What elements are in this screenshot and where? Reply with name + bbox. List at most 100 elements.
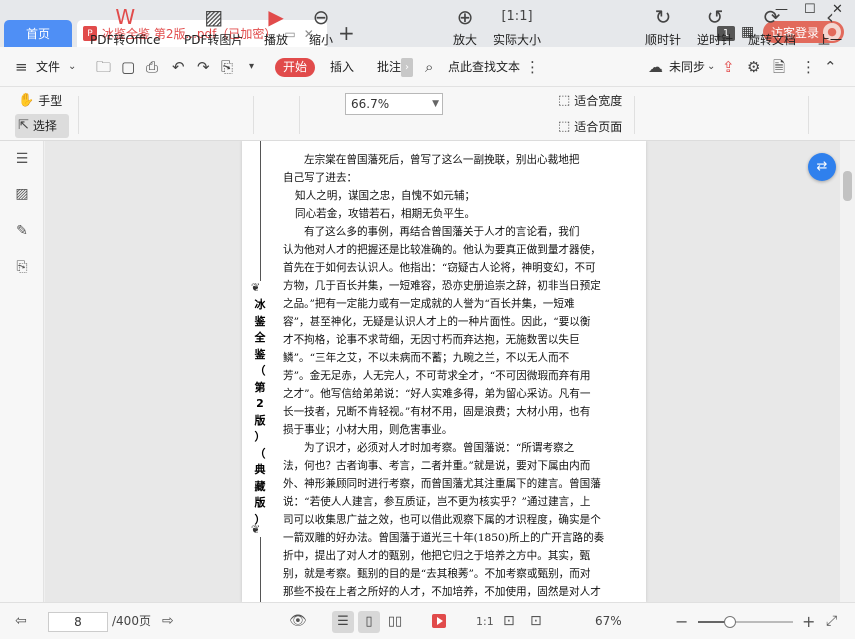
zoom-out-label: 缩小 xyxy=(309,33,334,47)
two-page-view-icon[interactable]: ▯▯ xyxy=(384,611,406,633)
cursor-icon: ⇱ xyxy=(18,118,29,133)
ornament-bottom-icon: ❦ xyxy=(251,523,261,536)
fit-width-status-icon[interactable]: ⊡ xyxy=(530,603,542,639)
text-line: 容”，甚至神化，无疑是认识人才上的一种片面性。因此，“要以衡 xyxy=(283,316,591,328)
divider xyxy=(299,96,300,134)
zoom-out-icon: ⊖ xyxy=(312,5,330,29)
pdf-to-image-button[interactable]: ▨ PDF转图片 xyxy=(184,0,243,54)
actual-size-status-icon[interactable]: 1:1 xyxy=(476,603,494,639)
read-mode-icon[interactable]: 👁 xyxy=(289,603,307,639)
side-title-char: 2 xyxy=(256,397,264,410)
text-line: 鳞”。“三年之艾，不以未病而不蓄；九畹之兰，不以无人而不 xyxy=(283,352,570,364)
rotate-document-button[interactable]: ⟳ 旋转文档 xyxy=(748,0,796,54)
more-icon[interactable]: ⋮ xyxy=(801,47,816,87)
select-tool-label: 选择 xyxy=(32,119,57,133)
text-line: 那些不投在上者之所好的人才，不加培养，不加使用，固然是对人才 xyxy=(283,586,601,598)
pdf-to-office-button[interactable]: W PDF转Office xyxy=(90,0,160,54)
menu-start[interactable]: 开始 xyxy=(275,58,315,77)
pdf-convert-office-icon: W xyxy=(115,5,136,29)
bookmark-icon[interactable]: ⎘ xyxy=(14,259,30,275)
fit-width-button[interactable]: ⬚ 适合宽度 xyxy=(558,92,622,109)
fit-width-label: 适合宽度 xyxy=(574,94,623,108)
zoom-in-label: 放大 xyxy=(453,33,478,47)
document-viewer[interactable]: ❦ 冰鉴全鉴（第 2 版）（典藏版） ❦ 左宗棠在曾国藩死后，曾写了这么一副挽联，别… xyxy=(45,141,840,602)
outline-icon[interactable]: ☰ xyxy=(14,151,30,167)
actual-size-button[interactable]: [1:1] 实际大小 xyxy=(493,0,541,54)
side-title-char: （ xyxy=(254,446,266,460)
zoom-dropdown-icon[interactable]: ▼ xyxy=(432,94,439,114)
rotate-counterclockwise-button[interactable]: ↺ 逆时针 xyxy=(697,0,733,54)
zoom-slider-knob[interactable] xyxy=(724,616,737,628)
tab-home[interactable]: 首页 xyxy=(4,20,72,47)
total-pages: /400页 xyxy=(112,614,151,628)
text-line: 芳”。金无足赤，人无完人，不可苛求全才，“不可因微瑕而弃有用 xyxy=(283,370,591,382)
menu-insert[interactable]: 插入 xyxy=(330,47,354,87)
text-line: 折中，提出了对人才的甄别，他把它归之于培养之方中。其实，甄 xyxy=(283,550,591,562)
maximize-icon[interactable]: ☐ xyxy=(804,2,816,17)
select-tool[interactable]: ⇱ 选择 xyxy=(18,117,57,134)
text-line: 别，就是考察。甄别的目的是“去其稂莠”。不加考察或甄别，而对 xyxy=(283,568,591,580)
previous-button[interactable]: ‹ 上一 xyxy=(818,0,842,54)
side-title-char: 鉴 xyxy=(254,314,266,328)
play-icon: ▶ xyxy=(268,5,284,29)
previous-label: 上一 xyxy=(818,33,843,47)
more-dropdown-icon[interactable]: ▾ xyxy=(249,47,254,87)
chevron-down-icon[interactable]: ⌄ xyxy=(68,47,76,87)
fit-width-icon: ⬚ xyxy=(558,93,571,108)
hand-tool-label: 手型 xyxy=(38,94,63,108)
text-line: 左宗棠在曾国藩死后，曾写了这么一副挽联，别出心裁地把 xyxy=(304,154,580,166)
play-button[interactable]: ▶ 播放 xyxy=(264,0,288,54)
menu-annotate[interactable]: 批注 xyxy=(377,47,401,87)
scrollbar-thumb[interactable] xyxy=(843,171,852,201)
float-tool-button[interactable]: ⇄ xyxy=(808,153,836,181)
ornament-top-icon: ❦ xyxy=(251,281,261,294)
zoom-out-button[interactable]: ⊖ 缩小 xyxy=(309,0,333,54)
annotation-icon[interactable]: ✎ xyxy=(14,223,30,239)
side-title: ❦ 冰鉴全鉴（第 2 版）（典藏版） ❦ xyxy=(250,141,270,602)
fullscreen-icon[interactable]: ⤢ xyxy=(826,603,837,639)
text-line: 说：“若使人人建言，参互质证，岂不更为核实乎？”通过建言，上 xyxy=(283,496,591,508)
search-icon[interactable]: ⌕ xyxy=(425,47,433,87)
zoom-select[interactable]: 66.7% ▼ xyxy=(345,93,443,115)
side-title-char: （ xyxy=(254,364,266,377)
rotate-clockwise-button[interactable]: ↻ 顺时针 xyxy=(645,0,681,54)
divider xyxy=(253,96,254,134)
rotate-counterclockwise-label: 逆时针 xyxy=(697,33,734,47)
rotate-document-icon: ⟳ xyxy=(763,5,781,29)
continuous-view-icon[interactable]: ▯ xyxy=(358,611,380,633)
vertical-scrollbar[interactable] xyxy=(840,141,855,602)
previous-page-icon[interactable]: ⇦ xyxy=(15,603,27,639)
page-number-input[interactable]: 8 xyxy=(48,612,108,632)
hamburger-menu-icon[interactable]: ≡ xyxy=(15,47,28,87)
tab-home-label: 首页 xyxy=(25,27,50,41)
side-rule-bottom xyxy=(260,537,261,602)
pdf-page: ❦ 冰鉴全鉴（第 2 版）（典藏版） ❦ 左宗棠在曾国藩死后，曾写了这么一副挽联，别… xyxy=(242,141,646,602)
menu-scroll-right[interactable]: › xyxy=(401,58,413,77)
text-line: 同心若金，攻错若石，相期无负平生。 xyxy=(295,208,476,220)
zoom-in-status-icon[interactable]: + xyxy=(802,603,815,639)
zoom-slider[interactable] xyxy=(698,616,793,628)
side-title-char: 全 xyxy=(254,331,266,344)
left-sidebar: ☰ ▨ ✎ ⎘ xyxy=(0,141,44,602)
side-title-char: 第 xyxy=(254,380,266,394)
undo-icon[interactable]: ↶ xyxy=(172,47,185,87)
rotate-counterclockwise-icon: ↺ xyxy=(706,5,724,29)
new-tab-button[interactable]: + xyxy=(338,20,355,47)
menu-file[interactable]: 文件 xyxy=(36,47,60,87)
thumbnails-icon[interactable]: ▨ xyxy=(14,186,30,202)
hand-tool[interactable]: ✋ 手型 xyxy=(18,92,62,109)
page-body-text: 左宗棠在曾国藩死后，曾写了这么一副挽联，别出心裁地把 自己写了进去： 知人之明，谋国… xyxy=(283,151,607,601)
status-bar: ⇦ 8 /400页 ⇨ 👁 ☰ ▯ ▯▯ 1:1 ⊡ ⊡ 67% − + ⤢ xyxy=(0,602,855,639)
zoom-in-button[interactable]: ⊕ 放大 xyxy=(453,0,477,54)
next-page-icon[interactable]: ⇨ xyxy=(162,603,174,639)
play-slideshow-icon[interactable] xyxy=(432,614,446,628)
fit-page-button[interactable]: ⬚ 适合页面 xyxy=(558,118,622,135)
single-page-view-icon[interactable]: ☰ xyxy=(332,611,354,633)
rotate-clockwise-label: 顺时针 xyxy=(645,33,682,47)
side-title-char: ） xyxy=(254,430,266,443)
text-line: 外、神形兼顾同时进行考察，而曾国藩尤其注重属下的建言。曾国藩 xyxy=(283,478,601,490)
hand-icon: ✋ xyxy=(18,93,35,108)
zoom-out-status-icon[interactable]: − xyxy=(675,603,688,639)
side-title-text: 冰鉴全鉴（第 2 版）（典藏版） xyxy=(250,297,270,528)
fit-page-status-icon[interactable]: ⊡ xyxy=(503,603,515,639)
